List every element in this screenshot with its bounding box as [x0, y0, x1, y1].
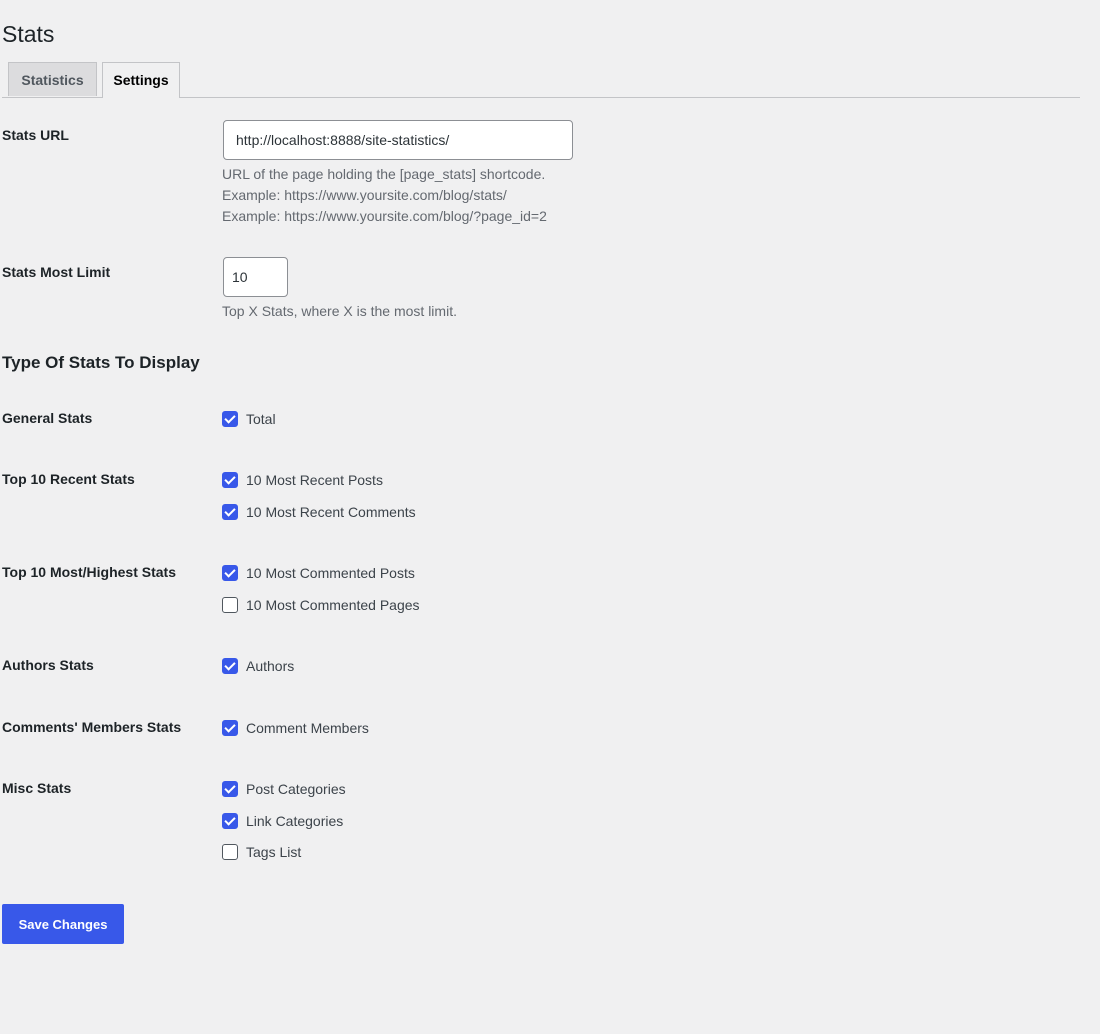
most-limit-description: Top X Stats, where X is the most limit.: [222, 303, 457, 319]
stats-url-desc-line: Example: https://www.yoursite.com/blog/s…: [222, 187, 507, 203]
most-stats-label: Top 10 Most/Highest Stats: [2, 564, 176, 580]
stats-url-desc-line: Example: https://www.yoursite.com/blog/?…: [222, 208, 547, 224]
checkbox-commented-pages[interactable]: 10 Most Commented Pages: [222, 596, 420, 614]
checkbox-total-label: Total: [246, 411, 276, 427]
stats-url-input[interactable]: [223, 120, 573, 160]
most-limit-input[interactable]: [223, 257, 288, 297]
checkbox-recent-comments-label: 10 Most Recent Comments: [246, 504, 416, 520]
tab-statistics[interactable]: Statistics: [8, 62, 97, 96]
misc-stats-label: Misc Stats: [2, 780, 72, 796]
checkbox-post-categories-label: Post Categories: [246, 781, 346, 797]
checkbox-commented-posts-box[interactable]: [222, 565, 238, 581]
checkbox-comment-members-label: Comment Members: [246, 720, 369, 736]
checkbox-tags-list[interactable]: Tags List: [222, 843, 301, 861]
checkbox-link-categories-label: Link Categories: [246, 813, 344, 829]
checkbox-commented-pages-box[interactable]: [222, 597, 238, 613]
tab-bar: Statistics Settings: [2, 62, 1080, 98]
checkbox-authors[interactable]: Authors: [222, 657, 294, 675]
comment-members-stats-label: Comments' Members Stats: [2, 719, 182, 735]
tab-settings[interactable]: Settings: [102, 62, 180, 98]
checkbox-commented-posts[interactable]: 10 Most Commented Posts: [222, 564, 415, 582]
general-stats-label: General Stats: [2, 410, 93, 426]
checkbox-comment-members-box[interactable]: [222, 720, 238, 736]
checkbox-link-categories-box[interactable]: [222, 813, 238, 829]
checkbox-recent-posts-box[interactable]: [222, 472, 238, 488]
page-title: Stats: [2, 21, 55, 47]
checkbox-commented-pages-label: 10 Most Commented Pages: [246, 597, 420, 613]
checkbox-commented-posts-label: 10 Most Commented Posts: [246, 565, 415, 581]
settings-page: Stats Statistics Settings Stats URL URL …: [0, 0, 1100, 1034]
stats-url-description: URL of the page holding the [page_stats]…: [222, 164, 547, 227]
checkbox-recent-posts[interactable]: 10 Most Recent Posts: [222, 471, 383, 489]
checkbox-total-box[interactable]: [222, 411, 238, 427]
checkbox-total[interactable]: Total: [222, 410, 276, 428]
checkbox-post-categories-box[interactable]: [222, 781, 238, 797]
checkbox-comment-members[interactable]: Comment Members: [222, 719, 369, 737]
section-title: Type Of Stats To Display: [2, 353, 200, 372]
stats-url-label: Stats URL: [2, 127, 69, 143]
checkbox-link-categories[interactable]: Link Categories: [222, 812, 343, 830]
checkbox-tags-list-box[interactable]: [222, 844, 238, 860]
most-limit-label: Stats Most Limit: [2, 264, 111, 280]
checkbox-recent-comments-box[interactable]: [222, 504, 238, 520]
authors-stats-label: Authors Stats: [2, 657, 94, 673]
checkbox-recent-comments[interactable]: 10 Most Recent Comments: [222, 503, 416, 521]
save-changes-button[interactable]: Save Changes: [2, 904, 124, 944]
checkbox-tags-list-label: Tags List: [246, 844, 302, 860]
recent-stats-label: Top 10 Recent Stats: [2, 471, 135, 487]
stats-url-desc-line: URL of the page holding the [page_stats]…: [222, 166, 546, 182]
checkbox-post-categories[interactable]: Post Categories: [222, 780, 346, 798]
checkbox-authors-box[interactable]: [222, 658, 238, 674]
checkbox-authors-label: Authors: [246, 658, 295, 674]
checkbox-recent-posts-label: 10 Most Recent Posts: [246, 472, 383, 488]
